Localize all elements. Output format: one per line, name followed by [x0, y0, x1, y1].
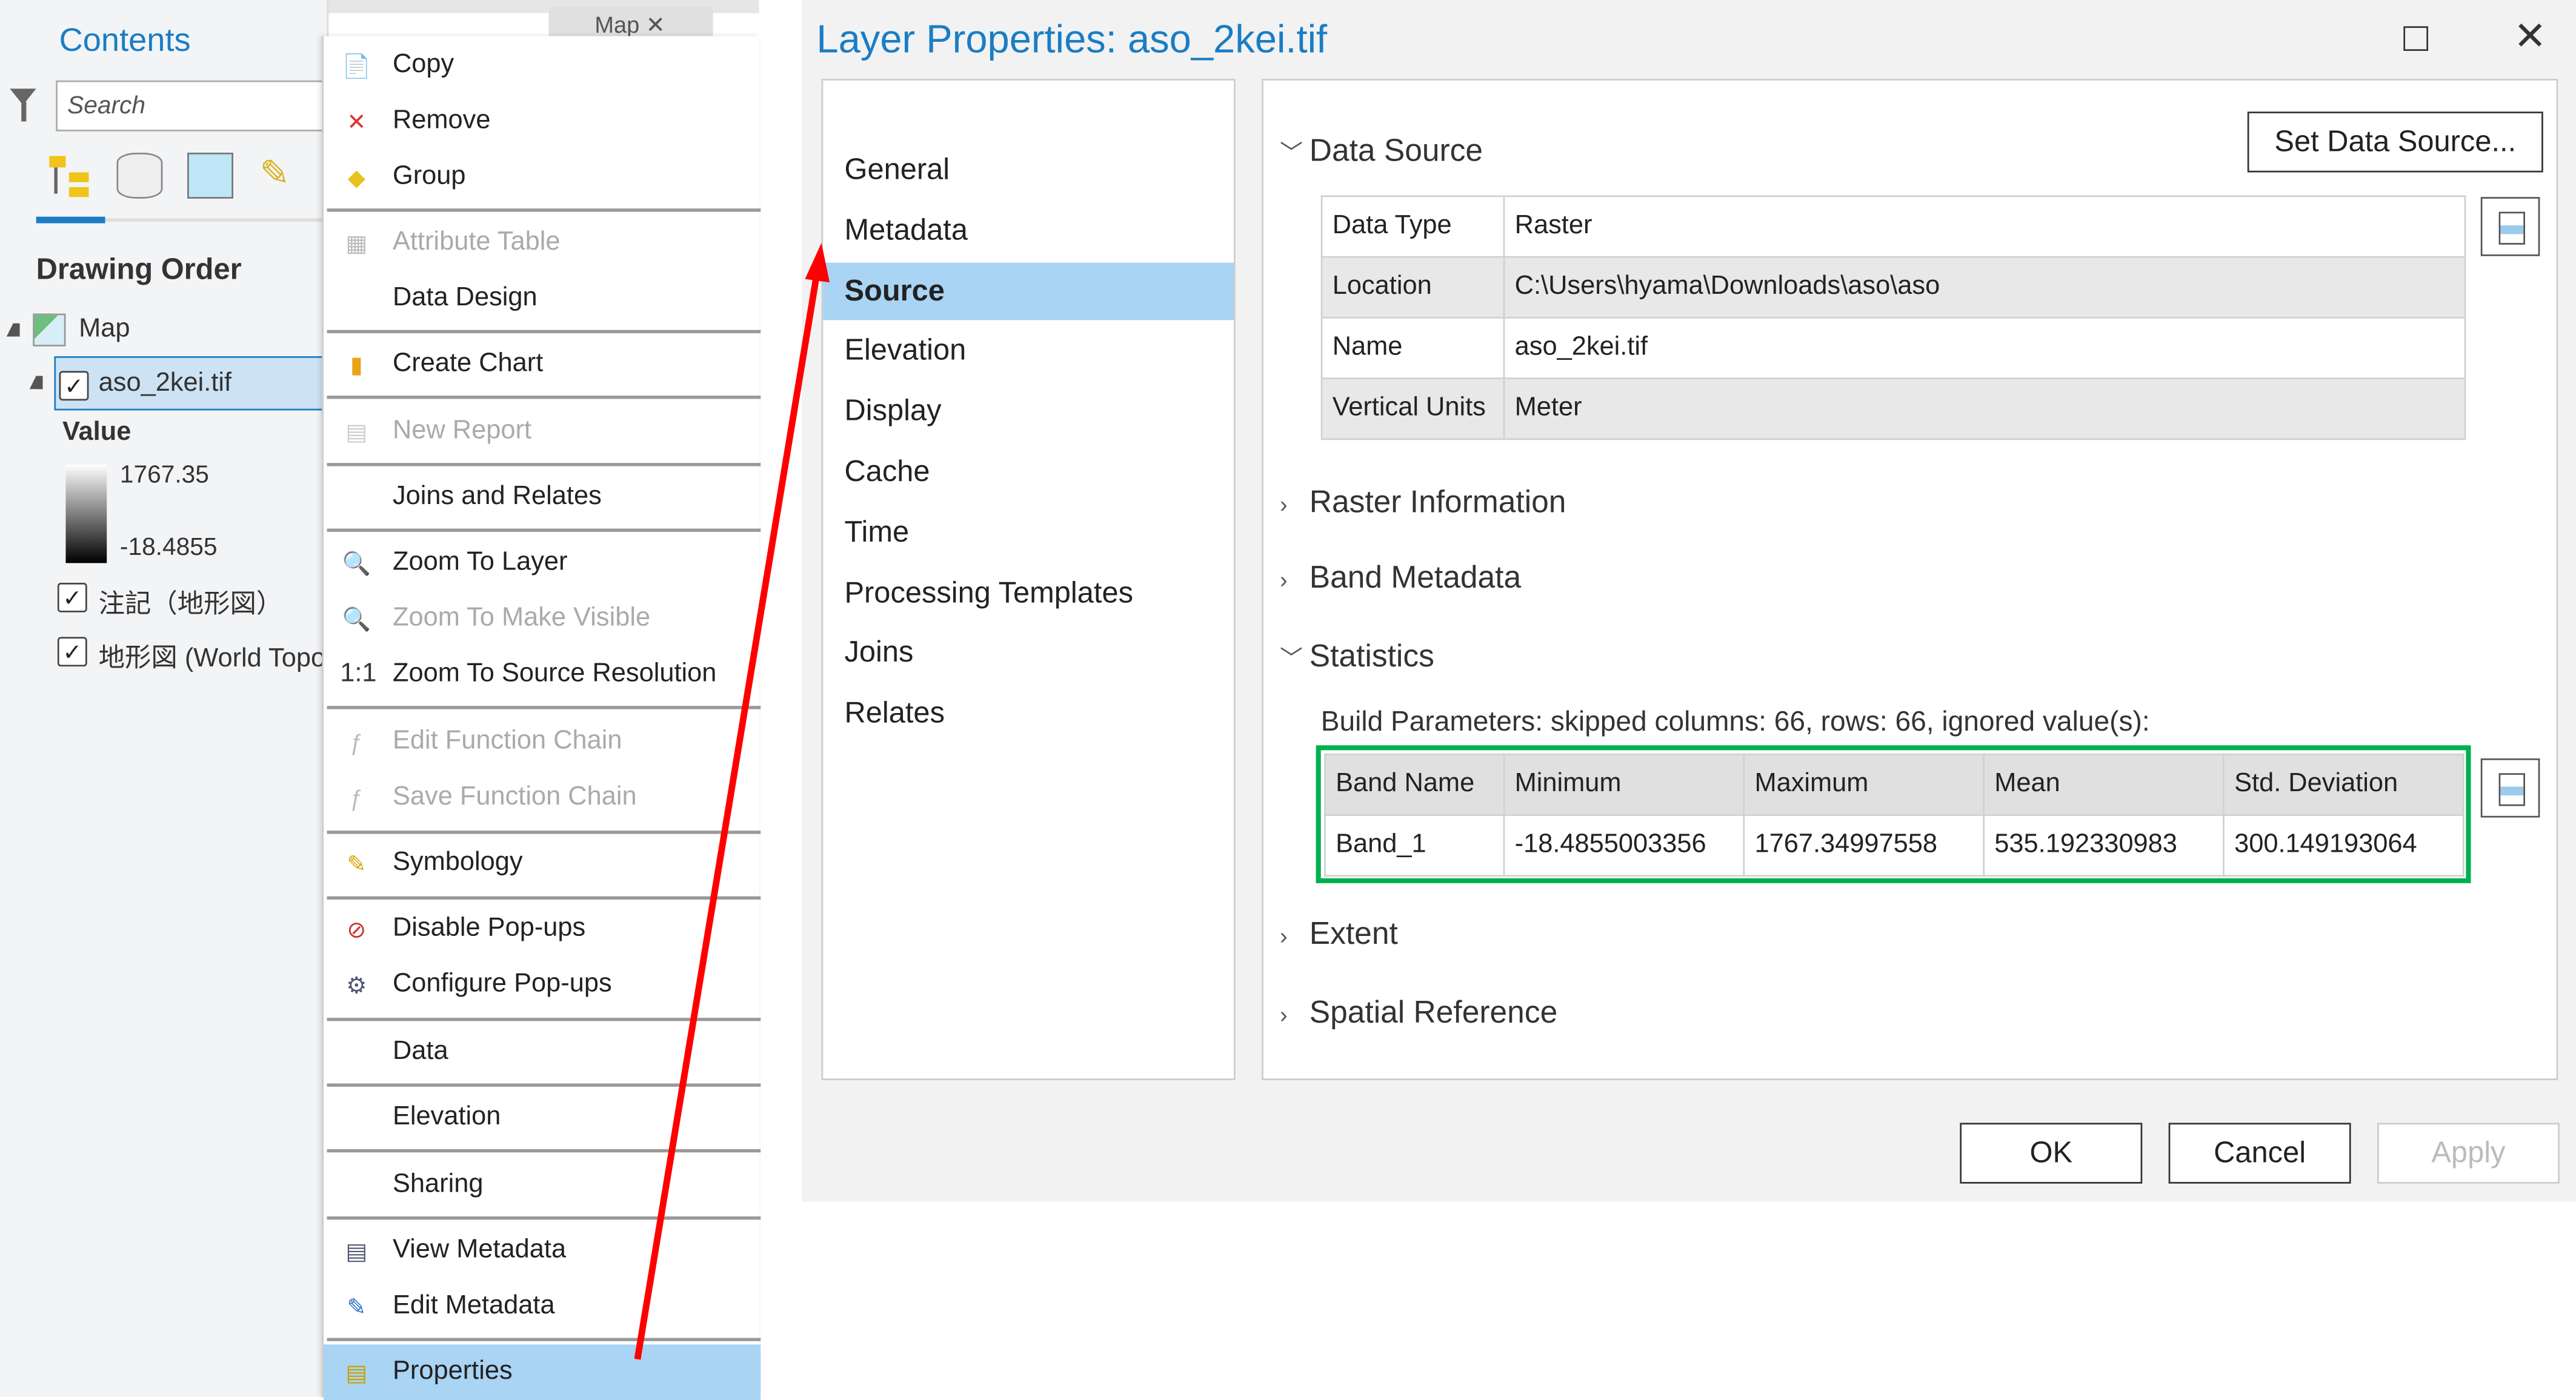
screenshot: Contents Search ✎ Drawing Order Map ✓ as…: [0, 0, 2576, 1400]
red-arrow-annotation: [634, 243, 830, 1360]
arrow-head: [805, 243, 830, 283]
arrow-line: [634, 275, 820, 1360]
